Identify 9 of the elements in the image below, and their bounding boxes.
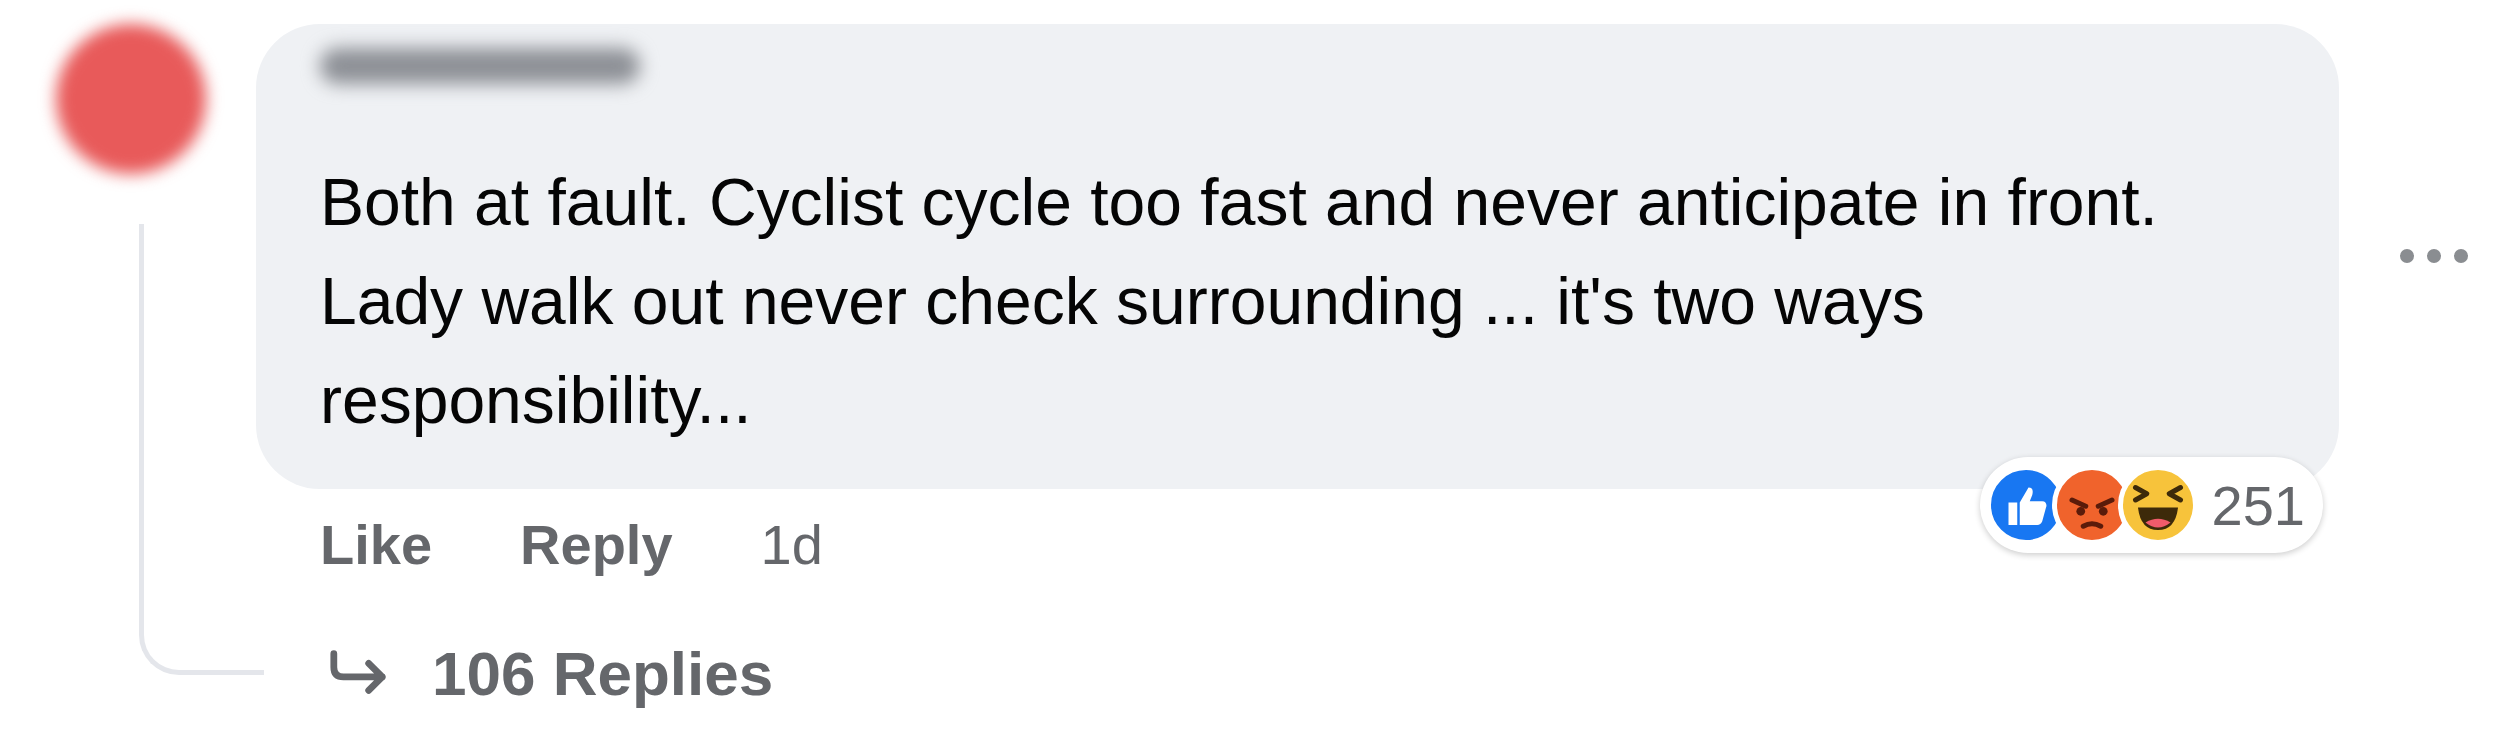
action-link[interactable]: Like — [320, 513, 433, 577]
more-options-icon[interactable] — [2399, 248, 2469, 264]
timestamp[interactable]: 1d — [760, 513, 823, 577]
reactions-badge[interactable]: 251 — [1979, 457, 2323, 553]
comment-text: Both at fault. Cyclist cycle too fast and never anticipate in front. Lady walk out never check surrounding ... it's two ways responsibility... — [320, 164, 2159, 439]
reaction-count: 251 — [2211, 472, 2305, 538]
action-link[interactable]: Reply — [520, 513, 673, 577]
view-replies-link[interactable]: 106 Replies — [328, 633, 2339, 713]
avatar[interactable] — [56, 24, 206, 174]
